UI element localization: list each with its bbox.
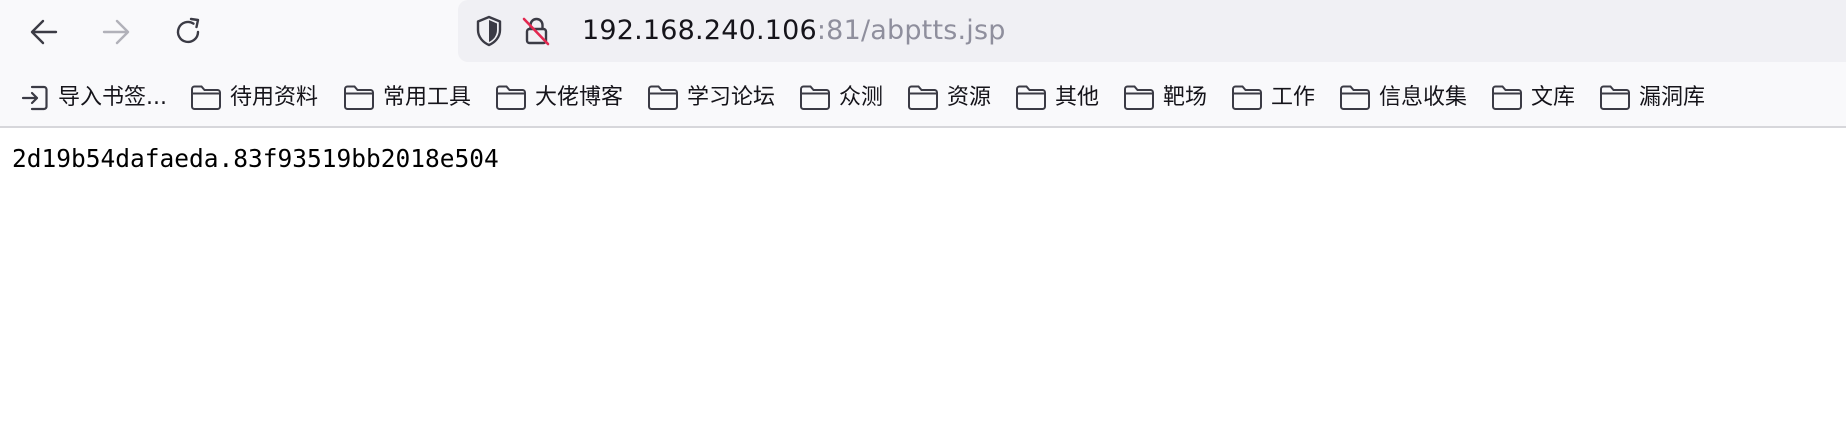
bookmark-folder-6[interactable]: 其他 [1015, 80, 1099, 116]
folder-icon [800, 85, 830, 110]
folder-icon [1492, 85, 1522, 110]
folder-icon [1600, 85, 1630, 110]
url-path: :81/abptts.jsp [816, 15, 1006, 46]
folder-icon [1340, 85, 1370, 110]
insecure-lock-icon[interactable] [520, 15, 552, 47]
bookmark-folder-10[interactable]: 文库 [1491, 80, 1575, 116]
forward-button[interactable] [96, 12, 136, 52]
bookmark-folder-9[interactable]: 信息收集 [1339, 80, 1467, 116]
bookmark-folder-label: 常用工具 [383, 85, 472, 110]
bookmark-import[interactable]: 导入书签... [20, 80, 167, 116]
page-body-text: 2d19b54dafaeda.83f93519bb2018e504 [12, 144, 499, 173]
arrow-right-icon [102, 19, 130, 45]
shield-icon[interactable] [473, 15, 505, 47]
bookmark-folder-label: 待用资料 [230, 85, 319, 110]
bookmark-folder-label: 大佬博客 [535, 85, 624, 110]
bookmark-folder-label: 其他 [1055, 85, 1100, 110]
bookmark-import-label: 导入书签... [58, 85, 167, 110]
bookmark-folder-5[interactable]: 资源 [907, 80, 991, 116]
folder-icon [1016, 85, 1046, 110]
reload-button[interactable] [168, 12, 208, 52]
bookmark-folder-label: 漏洞库 [1639, 85, 1706, 110]
bookmark-folder-label: 资源 [947, 85, 992, 110]
url-host: 192.168.240.106 [582, 15, 817, 46]
bookmark-folder-0[interactable]: 待用资料 [190, 80, 318, 116]
bookmark-folder-8[interactable]: 工作 [1231, 80, 1315, 116]
bookmark-folder-label: 文库 [1531, 85, 1576, 110]
import-icon [21, 85, 48, 111]
toolbar-divider [0, 126, 1846, 128]
folder-icon [496, 85, 526, 110]
folder-icon [648, 85, 678, 110]
bookmark-folder-label: 工作 [1271, 85, 1316, 110]
browser-chrome: 192.168.240.106:81/abptts.jsp 导入书签... 待用… [0, 0, 1846, 126]
folder-icon [191, 85, 221, 110]
bookmark-folder-label: 靶场 [1163, 85, 1208, 110]
folder-icon [908, 85, 938, 110]
bookmark-folder-label: 学习论坛 [687, 85, 776, 110]
bookmark-folder-label: 众测 [839, 85, 884, 110]
back-button[interactable] [24, 12, 64, 52]
folder-icon [344, 85, 374, 110]
bookmark-folder-label: 信息收集 [1379, 85, 1468, 110]
bookmark-folder-7[interactable]: 靶场 [1123, 80, 1207, 116]
bookmark-folder-3[interactable]: 学习论坛 [647, 80, 775, 116]
folder-icon [1124, 85, 1154, 110]
bookmarks-toolbar: 导入书签... 待用资料 常用工具 大佬博客 学习论坛 众测 资源 其他 靶场 … [0, 76, 1846, 122]
reload-icon [176, 17, 200, 44]
url-text[interactable]: 192.168.240.106:81/abptts.jsp [582, 14, 1006, 48]
bookmark-folder-4[interactable]: 众测 [799, 80, 883, 116]
navigation-toolbar: 192.168.240.106:81/abptts.jsp [0, 0, 1846, 64]
address-bar[interactable]: 192.168.240.106:81/abptts.jsp [458, 0, 1846, 62]
bookmark-folder-2[interactable]: 大佬博客 [495, 80, 623, 116]
bookmark-folder-11[interactable]: 漏洞库 [1599, 80, 1705, 116]
arrow-left-icon [30, 19, 58, 45]
folder-icon [1232, 85, 1262, 110]
bookmark-folder-1[interactable]: 常用工具 [343, 80, 471, 116]
